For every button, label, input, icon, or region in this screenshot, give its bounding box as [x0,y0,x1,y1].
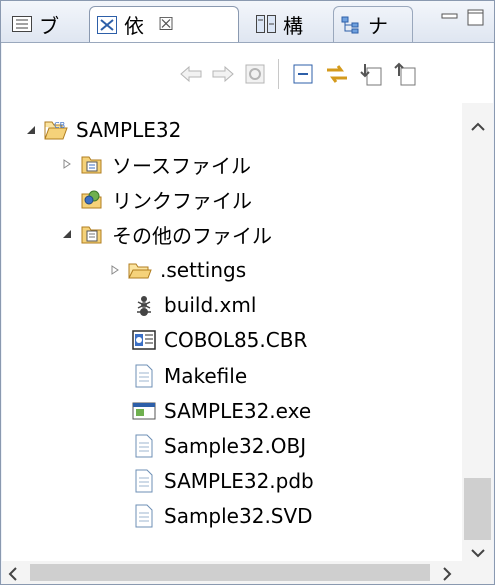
sample32-obj-label: Sample32.OBJ [164,434,307,458]
horizontal-scrollbar[interactable] [2,561,493,584]
tab-structure-label: 構 [283,13,303,38]
outline-icon [11,14,33,34]
sample32-pdb-label: SAMPLE32.pdb [164,469,314,493]
view-frame: ブ 依 ☒ 構 ナ CB SAMPLE32 ソースファイル リンクファイル その… [0,0,495,585]
maximize-icon[interactable] [467,9,485,27]
tree-node-sample32-svd[interactable]: Sample32.SVD [132,499,313,533]
collapsed-icon[interactable] [106,261,124,279]
cobol-project-icon: CB [44,118,68,142]
scroll-left-icon[interactable] [8,566,18,585]
tree-node-other-files[interactable]: その他のファイル [58,217,272,251]
forward-icon[interactable] [210,61,236,87]
scroll-right-icon[interactable] [442,566,452,585]
tree-node-sample32-exe[interactable]: SAMPLE32.exe [132,394,311,428]
scrollbar-corner [462,561,493,584]
tab-outline-label: ブ [39,13,59,38]
settings-label: .settings [160,258,247,282]
link-with-editor-icon[interactable] [324,61,350,87]
tree-node-build-xml[interactable]: build.xml [132,288,256,322]
text-file-icon [132,364,156,388]
expanded-icon[interactable] [58,225,76,243]
tab-dependency-label: 依 [124,14,144,38]
tree-node-sample32-pdb[interactable]: SAMPLE32.pdb [132,464,314,498]
back-icon[interactable] [178,61,204,87]
cobol85-cbr-label: COBOL85.CBR [164,328,308,352]
other-folder-icon [80,222,104,246]
source-files-label: ソースファイル [112,153,251,178]
build-xml-label: build.xml [164,293,257,317]
view-toolbar [2,43,493,103]
source-folder-icon [80,152,104,176]
makefile-label: Makefile [164,364,248,388]
tree-node-makefile[interactable]: Makefile [132,359,247,393]
executable-file-icon [132,399,156,423]
tab-navigator[interactable]: ナ [333,6,413,42]
tab-dependency[interactable]: 依 ☒ [89,6,239,42]
move-down-icon[interactable] [358,61,384,87]
other-files-label: その他のファイル [112,223,272,248]
dependency-tree: CB SAMPLE32 ソースファイル リンクファイル その他のファイル .se… [2,103,462,561]
ant-file-icon [132,293,156,317]
text-file-icon [132,504,156,528]
collapse-all-icon[interactable] [290,61,316,87]
tab-strip: ブ 依 ☒ 構 ナ [1,1,494,43]
scroll-down-icon[interactable] [471,543,485,562]
toolbar-separator [278,59,279,89]
tree-node-settings[interactable]: .settings [106,253,246,287]
folder-icon [128,258,152,282]
move-up-icon[interactable] [392,61,418,87]
navigator-icon [340,15,362,35]
minimize-icon[interactable] [441,9,459,27]
project-label: SAMPLE32 [76,118,182,142]
sample32-svd-label: Sample32.SVD [164,504,313,528]
cbr-file-icon [132,328,156,352]
horizontal-scroll-thumb[interactable] [30,564,430,581]
sample32-exe-label: SAMPLE32.exe [164,399,312,423]
scroll-up-icon[interactable] [471,117,485,136]
tab-structure[interactable]: 構 [249,6,329,42]
tree-node-link-files[interactable]: リンクファイル [80,182,252,216]
svg-text:CB: CB [54,121,65,130]
tree-node-cobol85-cbr[interactable]: COBOL85.CBR [132,323,307,357]
tab-outline[interactable]: ブ [5,6,85,42]
collapsed-icon[interactable] [58,155,76,173]
close-icon[interactable]: ☒ [158,14,174,35]
tab-navigator-label: ナ [368,14,388,38]
refresh-icon[interactable] [242,61,268,87]
text-file-icon [132,469,156,493]
link-files-label: リンクファイル [112,188,252,213]
text-file-icon [132,434,156,458]
link-folder-icon [80,187,104,211]
expanded-icon[interactable] [22,121,40,139]
tree-node-source-files[interactable]: ソースファイル [58,147,251,181]
structure-icon [255,14,277,34]
tree-node-sample32-obj[interactable]: Sample32.OBJ [132,429,306,463]
vertical-scroll-thumb[interactable] [464,478,491,540]
tree-node-project[interactable]: CB SAMPLE32 [22,113,181,147]
dependency-icon [96,15,118,35]
vertical-scrollbar[interactable] [462,103,493,561]
